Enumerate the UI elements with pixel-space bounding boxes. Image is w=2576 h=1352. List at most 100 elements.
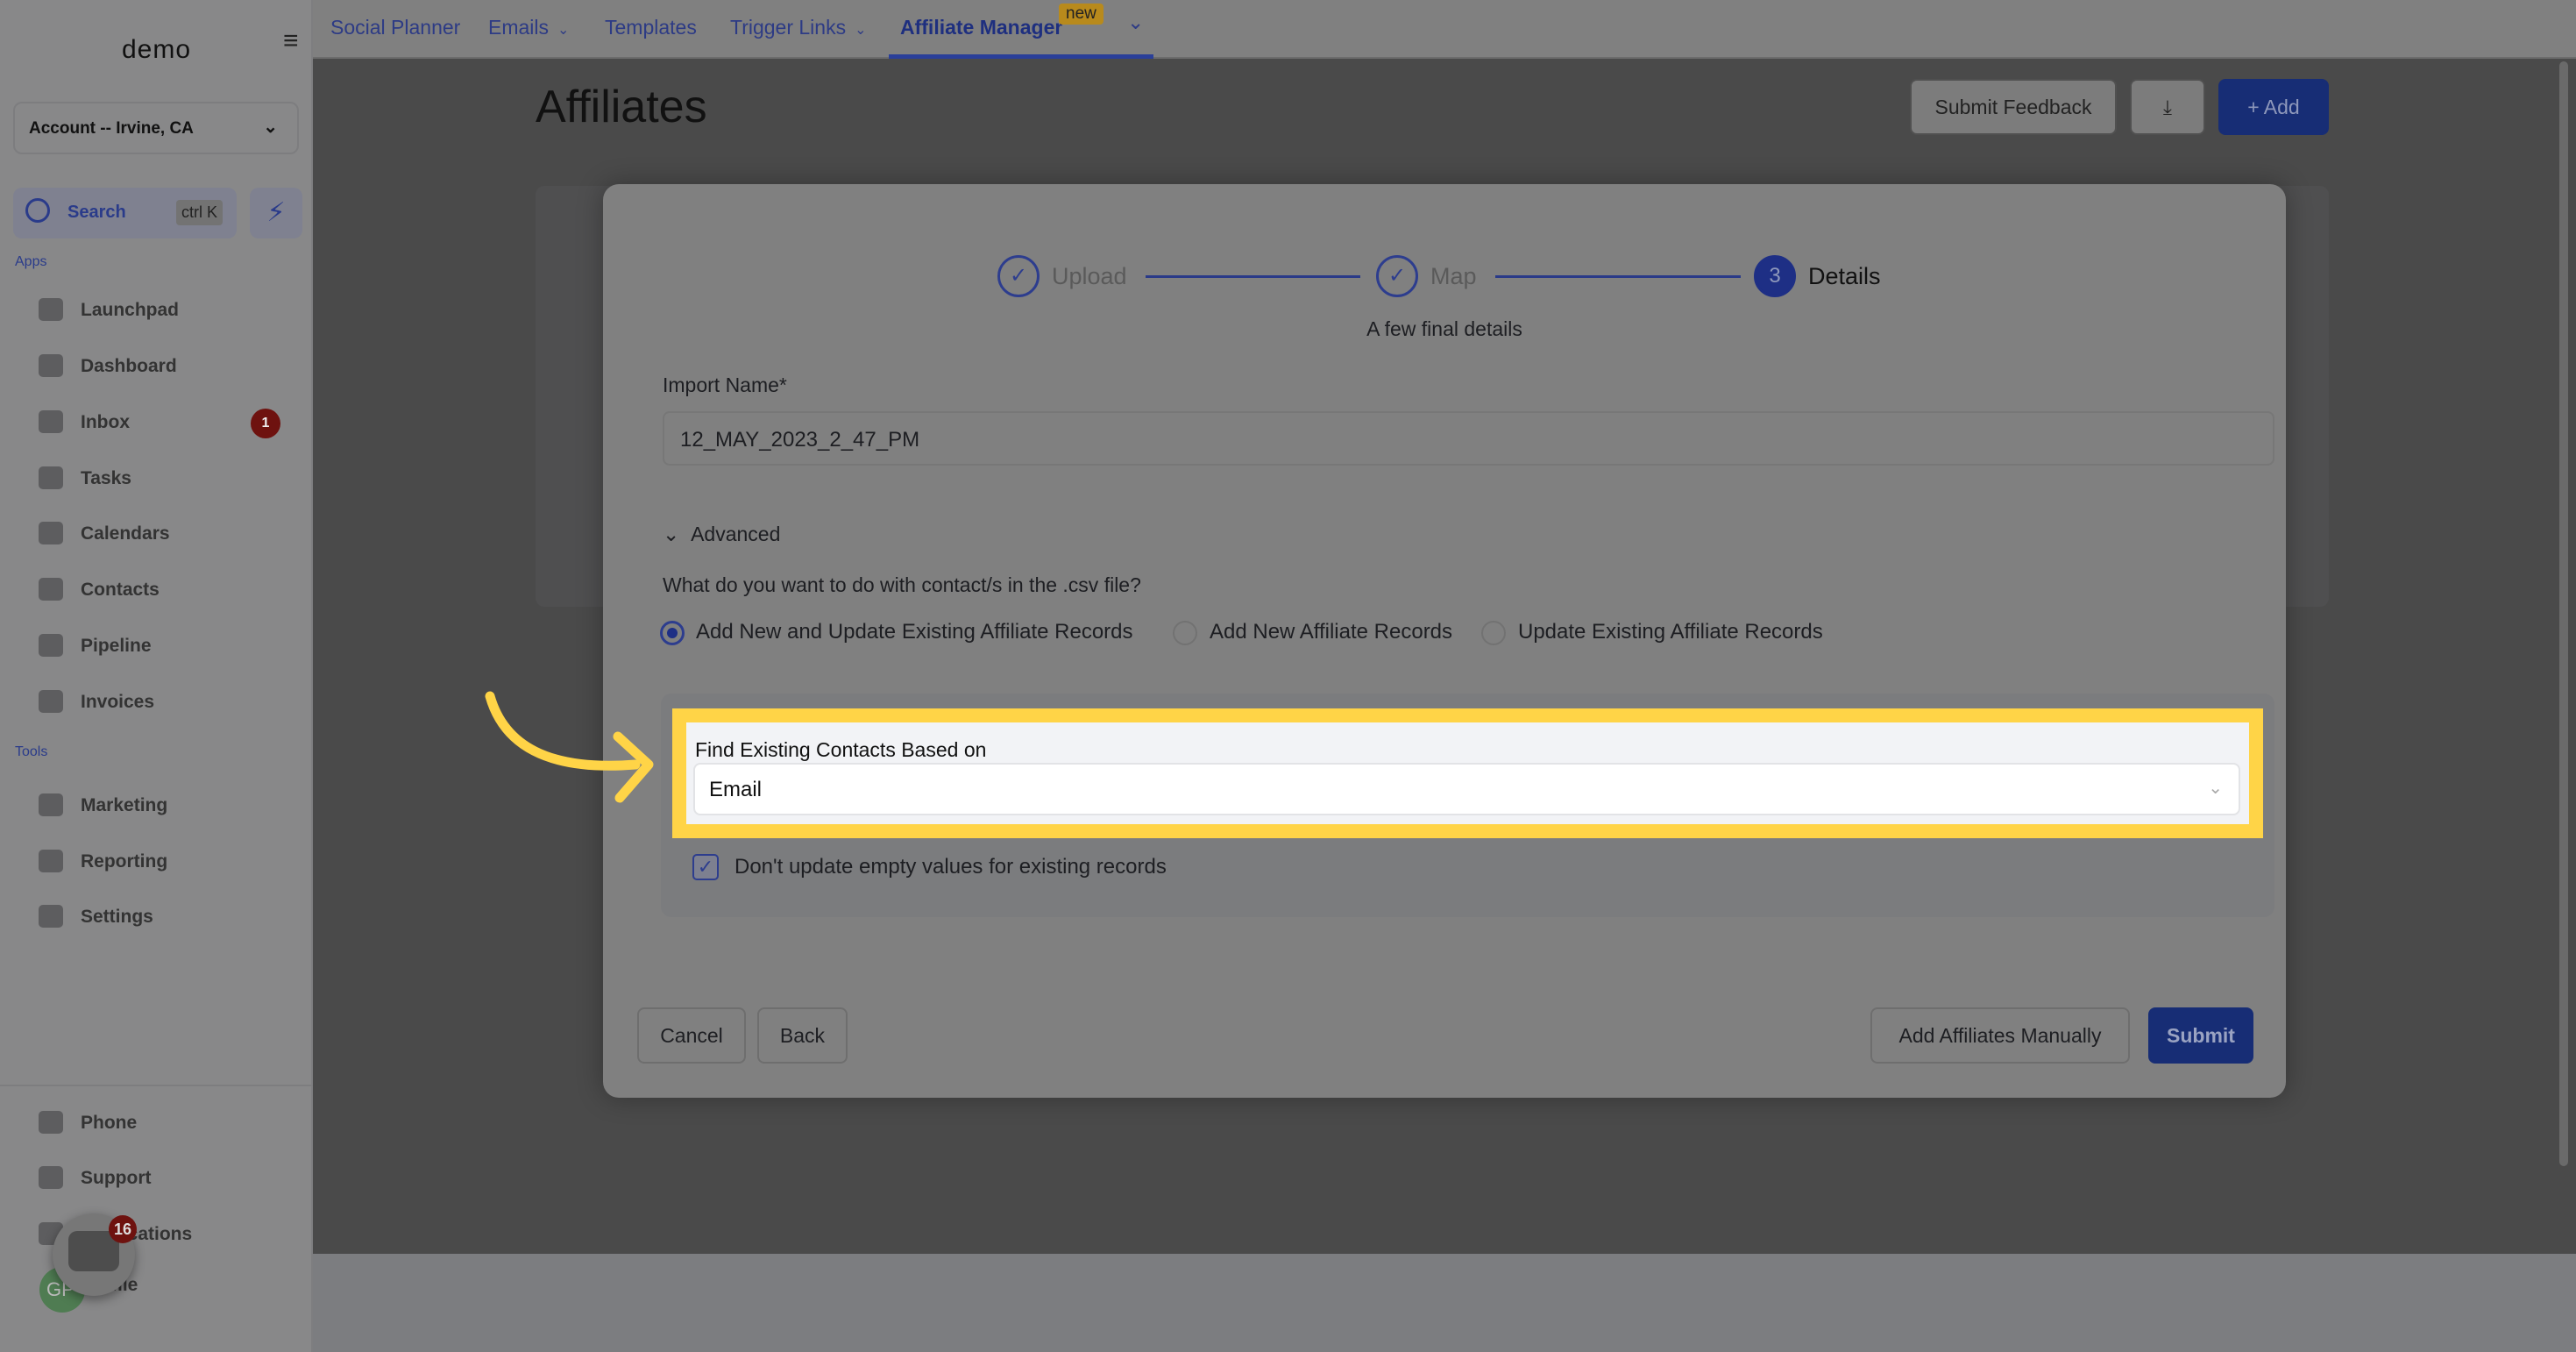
back-button[interactable]: Back (757, 1007, 848, 1064)
divider (0, 1085, 313, 1086)
step-map-check-icon: ✓ (1376, 255, 1418, 297)
contacts-icon (39, 578, 63, 601)
search-icon (25, 198, 50, 223)
step-subtitle: A few final details (1366, 317, 1522, 340)
import-question: What do you want to do with contact/s in… (663, 573, 1141, 596)
sidebar-item-label: Phone (81, 1113, 138, 1133)
quick-actions-bolt-icon[interactable]: ⚡︎ (250, 188, 302, 238)
tab-social-planner[interactable]: Social Planner (330, 16, 460, 39)
add-button[interactable]: + Add (2218, 79, 2329, 135)
sidebar-item-support[interactable]: Support (39, 1159, 293, 1198)
submit-button[interactable]: Submit (2148, 1007, 2253, 1064)
import-name-label: Import Name* (663, 374, 787, 396)
megaphone-icon (39, 793, 63, 816)
step-connector (1495, 275, 1741, 278)
find-contacts-field: Find Existing Contacts Based on Email ⌄ (686, 722, 2249, 824)
add-affiliates-manually-button[interactable]: Add Affiliates Manually (1870, 1007, 2130, 1064)
tab-templates[interactable]: Templates (605, 16, 697, 39)
sidebar-item-label: Settings (81, 907, 153, 927)
tab-trigger-links[interactable]: Trigger Links ⌄ (730, 16, 867, 39)
advanced-label: Advanced (691, 523, 781, 545)
checkbox-label[interactable]: Don't update empty values for existing r… (734, 855, 1167, 879)
sidebar-item-label: Contacts (81, 580, 160, 600)
tab-label: Social Planner (330, 16, 461, 39)
radio-label[interactable]: Add New and Update Existing Affiliate Re… (696, 620, 1133, 644)
page-title: Affiliates (536, 82, 707, 132)
search-button[interactable]: Search ctrl K (13, 188, 237, 238)
download-icon[interactable]: ⤓ (2130, 79, 2205, 135)
arrow-annotation-icon (485, 691, 654, 803)
step-details-number: 3 (1754, 255, 1796, 297)
step-connector (1146, 275, 1360, 278)
sidebar-item-pipeline[interactable]: Pipeline (39, 627, 293, 665)
footer-area (313, 1254, 2576, 1352)
pipeline-icon (39, 634, 63, 657)
find-contacts-label: Find Existing Contacts Based on (695, 738, 987, 761)
more-tabs-chevron-icon[interactable]: ⌄ (1127, 11, 1144, 34)
sidebar-item-tasks[interactable]: Tasks (39, 459, 293, 498)
sidebar: demo ≡ Account -- Irvine, CA ⌄ Search ctrl… (0, 0, 313, 1352)
support-icon (39, 1166, 63, 1189)
sidebar-item-settings[interactable]: Settings (39, 898, 293, 936)
step-upload-label: Upload (1052, 263, 1127, 289)
tools-section-label: Tools (15, 744, 48, 759)
radio-update-existing[interactable] (1481, 621, 1506, 645)
radio-label[interactable]: Add New Affiliate Records (1210, 620, 1452, 644)
phone-icon (39, 1111, 63, 1134)
tasks-icon (39, 466, 63, 489)
sidebar-item-label: Dashboard (81, 356, 177, 376)
new-badge: new (1059, 4, 1103, 25)
account-name: Account -- Irvine, CA (29, 119, 194, 138)
step-details-label: Details (1808, 263, 1881, 289)
sidebar-item-dashboard[interactable]: Dashboard (39, 347, 293, 386)
scrollbar[interactable] (2559, 61, 2568, 1166)
invoice-icon (39, 690, 63, 713)
gear-icon (39, 905, 63, 928)
tab-label: Templates (605, 16, 697, 39)
sidebar-item-phone[interactable]: Phone (39, 1104, 293, 1142)
sidebar-item-label: Reporting (81, 851, 168, 872)
sidebar-item-reporting[interactable]: Reporting (39, 843, 293, 881)
chevron-down-icon: ⌄ (557, 23, 570, 38)
dashboard-icon (39, 354, 63, 377)
account-switcher[interactable]: Account -- Irvine, CA ⌄ (13, 102, 299, 154)
submit-feedback-button[interactable]: Submit Feedback (1910, 79, 2117, 135)
chevron-down-icon: ⌄ (663, 523, 680, 545)
cancel-button[interactable]: Cancel (637, 1007, 746, 1064)
chevron-down-icon: ⌄ (855, 23, 867, 38)
tab-affiliate-manager[interactable]: Affiliate Manager (900, 16, 1062, 39)
chevron-down-icon: ⌄ (263, 117, 278, 137)
chevron-down-icon: ⌄ (2208, 779, 2223, 798)
sidebar-item-label: Launchpad (81, 300, 180, 320)
tab-label: Emails (488, 16, 550, 39)
sidebar-item-label: Pipeline (81, 636, 152, 656)
tab-label: Affiliate Manager (900, 16, 1063, 39)
menu-toggle-icon[interactable]: ≡ (283, 26, 308, 56)
radio-add-new[interactable] (1173, 621, 1197, 645)
search-label: Search (67, 203, 126, 222)
radio-label[interactable]: Update Existing Affiliate Records (1518, 620, 1823, 644)
pie-chart-icon (39, 850, 63, 872)
sidebar-item-marketing[interactable]: Marketing (39, 786, 293, 825)
sidebar-item-calendars[interactable]: Calendars (39, 515, 293, 553)
sidebar-item-inbox[interactable]: Inbox 1 (39, 403, 293, 442)
tab-emails[interactable]: Emails ⌄ (488, 16, 569, 39)
sidebar-item-label: Support (81, 1168, 152, 1188)
sidebar-item-contacts[interactable]: Contacts (39, 571, 293, 609)
rocket-icon (39, 298, 63, 321)
logo: demo (121, 35, 192, 64)
sidebar-item-launchpad[interactable]: Launchpad (39, 291, 293, 330)
import-name-input[interactable]: 12_MAY_2023_2_47_PM (663, 411, 2274, 466)
inbox-icon (39, 410, 63, 433)
sidebar-item-invoices[interactable]: Invoices (39, 683, 293, 722)
active-tab-indicator (889, 54, 1153, 59)
find-contacts-select[interactable]: Email ⌄ (693, 763, 2240, 815)
sidebar-item-label: Marketing (81, 795, 168, 815)
chat-unread-badge: 16 (109, 1215, 137, 1243)
step-upload-check-icon: ✓ (997, 255, 1040, 297)
dont-update-empty-checkbox[interactable]: ✓ (692, 854, 719, 880)
search-shortcut: ctrl K (175, 200, 223, 225)
sidebar-item-label: Tasks (81, 468, 131, 488)
advanced-toggle[interactable]: ⌄ Advanced (663, 523, 780, 546)
radio-add-and-update[interactable] (660, 621, 685, 645)
